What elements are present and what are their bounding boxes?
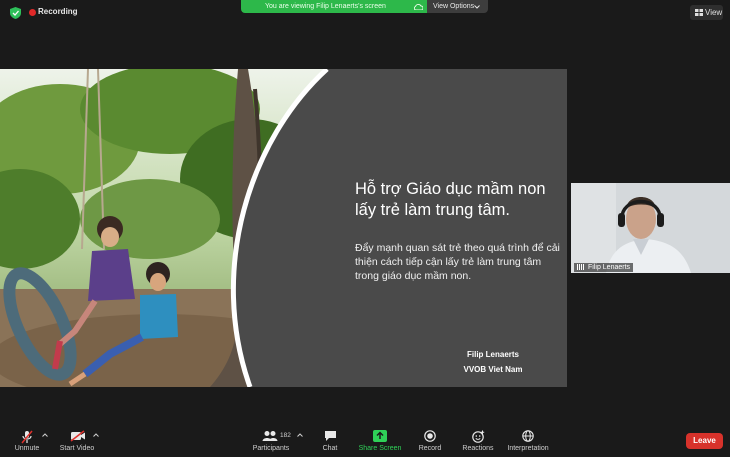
share-screen-label: Share Screen xyxy=(358,445,402,452)
video-camera-off-icon xyxy=(70,430,85,442)
globe-icon xyxy=(522,430,534,442)
slide-photo-children-swinging xyxy=(0,69,329,387)
slide-presenter-name: Filip Lenaerts xyxy=(466,350,519,359)
reactions-label: Reactions xyxy=(462,445,494,452)
start-video-label: Start Video xyxy=(59,445,95,452)
signal-bars-icon xyxy=(577,264,585,270)
viewing-banner-text: You are viewing Filip Lenaerts's screen xyxy=(265,3,386,10)
share-arrow-icon xyxy=(373,430,387,442)
participants-options-chevron-icon[interactable] xyxy=(297,433,303,437)
interpretation-label: Interpretation xyxy=(507,445,549,452)
chevron-down-icon xyxy=(474,5,480,9)
record-button[interactable]: Record xyxy=(414,425,446,457)
unmute-button[interactable]: Unmute xyxy=(8,425,46,457)
grid-view-icon xyxy=(695,9,703,16)
share-screen-button[interactable]: Share Screen xyxy=(356,425,404,457)
view-button[interactable]: View xyxy=(690,5,723,20)
participant-name: Filip Lenaerts xyxy=(588,264,631,271)
emoji-plus-icon xyxy=(472,430,485,443)
microphone-muted-icon xyxy=(21,430,33,444)
video-options-chevron-icon[interactable] xyxy=(93,433,99,437)
record-icon xyxy=(424,430,436,442)
unmute-options-chevron-icon[interactable] xyxy=(42,433,48,437)
reactions-button[interactable]: Reactions xyxy=(459,425,497,457)
slide-body-text: Đẩy mạnh quan sát trẻ theo quá trình để … xyxy=(355,242,560,282)
meeting-toolbar: Unmute Start Video Participants 182 Chat… xyxy=(0,425,730,457)
participant-video-feed xyxy=(571,183,730,273)
participants-label: Participants xyxy=(252,445,290,452)
chat-bubble-icon xyxy=(325,431,336,441)
shield-icon[interactable] xyxy=(10,7,21,19)
participants-button[interactable]: Participants xyxy=(248,425,294,457)
leave-button[interactable]: Leave xyxy=(686,433,723,449)
unmute-label: Unmute xyxy=(14,445,40,452)
participant-video-tile[interactable]: Filip Lenaerts xyxy=(571,183,730,273)
participant-name-label: Filip Lenaerts xyxy=(574,263,634,272)
people-icon xyxy=(262,431,278,441)
interpretation-button[interactable]: Interpretation xyxy=(504,425,552,457)
chat-button[interactable]: Chat xyxy=(314,425,346,457)
record-label: Record xyxy=(418,445,442,452)
recording-label[interactable]: Recording xyxy=(38,7,78,16)
slide-organization: VVOB Viet Nam xyxy=(463,365,523,374)
viewing-banner: You are viewing Filip Lenaerts's screen xyxy=(241,0,427,13)
start-video-button[interactable]: Start Video xyxy=(56,425,98,457)
participants-count: 182 xyxy=(280,432,291,439)
cloud-icon xyxy=(414,4,423,10)
recording-dot-icon xyxy=(29,9,36,16)
view-options-button[interactable]: View Options xyxy=(427,0,488,13)
view-options-label: View Options xyxy=(433,3,475,10)
slide-title: Hỗ trợ Giáo dục mầm non lấy trẻ làm trun… xyxy=(355,180,546,219)
chat-label: Chat xyxy=(322,445,338,452)
shared-screen-slide: Hỗ trợ Giáo dục mầm non lấy trẻ làm trun… xyxy=(0,69,567,387)
view-button-label: View xyxy=(705,8,723,17)
